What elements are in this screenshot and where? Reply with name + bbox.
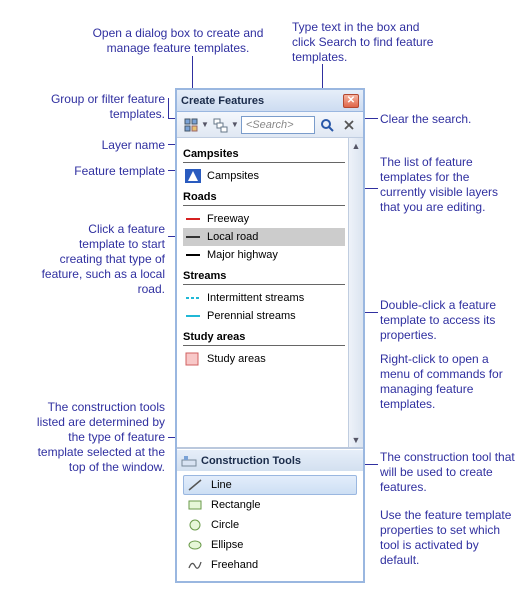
tool-label: Circle [211,519,239,531]
template-item-selected[interactable]: Local road [183,228,345,246]
template-item[interactable]: Study areas [183,350,345,368]
anno-type-search: Type text in the box and click Search to… [292,20,442,65]
toolbar: ▼ ▼ <Search> [177,112,363,138]
anno-group-filter: Group or filter feature templates. [50,92,165,122]
rectangle-tool-icon [187,498,203,512]
tool-item[interactable]: Ellipse [183,535,357,555]
anno-feature-template: Feature template [50,164,165,179]
line-black-icon [185,230,201,244]
tool-item[interactable]: Rectangle [183,495,357,515]
circle-tool-icon [187,518,203,532]
construction-tools-list: Line Rectangle Circle Ellipse Freehand [177,471,363,581]
anno-dblclick: Double-click a feature template to acces… [380,298,515,343]
freehand-tool-icon [187,558,203,572]
template-item[interactable]: Freeway [183,210,345,228]
organize-templates-button[interactable] [181,115,201,135]
tools-title-label: Construction Tools [201,455,301,467]
template-label: Perennial streams [207,310,296,322]
layer-header: Streams [183,264,345,285]
template-label: Study areas [207,353,266,365]
tool-label: Line [211,479,232,491]
template-list: ▲ ▼ Campsites Campsites Roads Freeway Lo… [177,138,363,449]
tool-label: Freehand [211,559,258,571]
anno-clear-search: Clear the search. [380,112,500,127]
layer-header: Roads [183,185,345,206]
template-label: Freeway [207,213,249,225]
ellipse-tool-icon [187,538,203,552]
tool-item[interactable]: Freehand [183,555,357,575]
template-item[interactable]: Campsites [183,167,345,185]
anno-rightclick: Right-click to open a menu of commands f… [380,352,515,412]
template-label: Campsites [207,170,259,182]
anno-list-desc: The list of feature templates for the cu… [380,155,510,215]
tool-label: Rectangle [211,499,261,511]
template-label: Local road [207,231,258,243]
template-label: Intermittent streams [207,292,304,304]
search-input[interactable]: <Search> [241,116,315,134]
create-features-panel: Create Features ✕ ▼ ▼ <Search> ▲ ▼ Camps… [175,88,365,583]
template-item[interactable]: Intermittent streams [183,289,345,307]
clear-search-button[interactable] [339,115,359,135]
polygon-pink-icon [185,352,201,366]
layer-header: Campsites [183,142,345,163]
close-icon[interactable]: ✕ [343,94,359,108]
filter-button[interactable] [211,115,231,135]
dropdown-caret-icon[interactable]: ▼ [201,120,209,129]
tool-label: Ellipse [211,539,243,551]
line-cyan-dash-icon [185,291,201,305]
template-item[interactable]: Perennial streams [183,307,345,325]
line-cyan-icon [185,309,201,323]
anno-tool-used: The construction tool that will be used … [380,450,515,495]
line-red-icon [185,212,201,226]
tool-item-selected[interactable]: Line [183,475,357,495]
anno-set-default: Use the feature template properties to s… [380,508,520,568]
anno-tools-determined: The construction tools listed are determ… [32,400,165,475]
tool-item[interactable]: Circle [183,515,357,535]
line-black-icon [185,248,201,262]
panel-title: Create Features [181,95,264,107]
anno-click-template: Click a feature template to start creati… [40,222,165,297]
lead [168,98,169,118]
construction-tools-header: Construction Tools [177,449,363,471]
titlebar: Create Features ✕ [177,90,363,112]
tools-icon [181,454,197,468]
campsite-icon [185,169,201,183]
search-button[interactable] [317,115,337,135]
line-tool-icon [187,478,203,492]
anno-layer-name: Layer name [50,138,165,153]
layer-header: Study areas [183,325,345,346]
anno-open-dialog: Open a dialog box to create and manage f… [78,26,278,56]
template-item[interactable]: Major highway [183,246,345,264]
dropdown-caret-icon[interactable]: ▼ [231,120,239,129]
scroll-up-icon[interactable]: ▲ [349,138,363,153]
template-label: Major highway [207,249,278,261]
scroll-down-icon[interactable]: ▼ [349,432,363,447]
scrollbar[interactable]: ▲ ▼ [348,138,363,447]
